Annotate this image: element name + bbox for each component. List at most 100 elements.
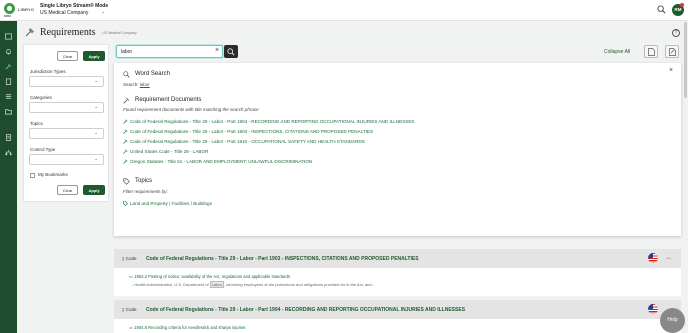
clipboard-icon[interactable] [5, 78, 12, 85]
search-button[interactable] [224, 45, 238, 58]
result-link[interactable]: Code of Federal Regulations - Title 29 -… [130, 139, 365, 144]
code-tag: ▯ Code [122, 256, 137, 261]
requirement-documents-desc: Found requirement documents with title m… [123, 107, 259, 112]
requirement-card: ▯ Code Code of Federal Regulations - Tit… [114, 300, 681, 333]
list-item[interactable]: Code of Federal Regulations - Title 29 -… [123, 139, 365, 144]
chevron-up-icon[interactable]: ︿ [666, 254, 671, 261]
search-snippet: ...Health Administration, U.S. Departmen… [131, 281, 375, 288]
result-link[interactable]: Oregon Statutes - Title 51 - LABOR AND E… [130, 159, 312, 164]
filter-label-jurisdiction: Jurisdiction Types [30, 69, 66, 74]
file-icon [648, 48, 655, 56]
search-icon [227, 47, 235, 56]
word-search-title: Word Search [135, 71, 170, 77]
clear-button[interactable]: Clear [57, 185, 78, 195]
requirement-item-title[interactable]: ▭ 1903.2 Posting of notice; availability… [129, 274, 290, 279]
apply-button[interactable]: Apply [83, 51, 105, 61]
filter-label-control-type: Control Type [30, 147, 56, 152]
page-subtitle: US Medical Company [102, 31, 137, 35]
help-button[interactable]: Help [660, 308, 685, 333]
result-link[interactable]: Code of Federal Regulations - Title 29 -… [130, 129, 373, 134]
chevron-down-icon: ⌄ [94, 104, 98, 109]
bell-icon[interactable] [5, 48, 12, 55]
list-icon[interactable] [5, 93, 12, 100]
code-tag: ▯ Code [122, 307, 137, 312]
topics-desc: Filter requirements by: [123, 189, 168, 194]
apply-button[interactable]: Apply [83, 185, 105, 195]
bookmarks-checkbox[interactable] [30, 173, 35, 178]
logo-sub: ERM [4, 14, 11, 18]
chevron-down-icon: ⌄ [94, 156, 98, 161]
requirement-item-text[interactable]: 1904.8 Recording criteria for needlestic… [134, 325, 245, 330]
search-input[interactable] [121, 48, 211, 56]
page-title: Requirements [40, 27, 96, 38]
card-title[interactable]: Code of Federal Regulations - Title 29 -… [146, 256, 419, 262]
requirement-card: ▯ Code Code of Federal Regulations - Tit… [114, 249, 681, 296]
collapse-all-link[interactable]: Collapse All [604, 49, 630, 55]
card-header[interactable]: ▯ Code Code of Federal Regulations - Tit… [114, 300, 681, 319]
help-icon[interactable]: ? [672, 29, 680, 37]
gavel-icon [123, 159, 128, 164]
list-item[interactable]: Code of Federal Regulations - Title 29 -… [123, 129, 373, 134]
export-pdf-button[interactable] [644, 45, 658, 58]
us-flag-icon [648, 304, 658, 314]
company-selector[interactable]: US Medical Company [40, 10, 88, 16]
document-icon[interactable] [5, 134, 12, 141]
search-term-link[interactable]: labor [140, 82, 150, 87]
gavel-icon[interactable] [5, 63, 12, 70]
gavel-icon [25, 28, 34, 37]
folder-icon[interactable] [5, 108, 12, 115]
search-icon [123, 71, 130, 78]
search-prefix: Search: [123, 82, 139, 87]
control-type-select[interactable]: ⌄ [29, 154, 104, 165]
org-chart-icon[interactable] [5, 149, 12, 156]
search-icon[interactable] [657, 5, 666, 14]
topics-desc-text: Filter requirements by: [123, 189, 168, 194]
categories-select[interactable]: ⌄ [29, 102, 104, 113]
requirement-item-text[interactable]: 1903.2 Posting of notice; availability o… [134, 274, 290, 279]
search-field[interactable] [116, 45, 223, 58]
snippet-after: , informing employees of the protections… [223, 282, 375, 287]
topic-link[interactable]: Land and Property | Facilities / Buildin… [130, 201, 212, 206]
gavel-icon [123, 129, 128, 134]
card-header[interactable]: ▯ Code Code of Federal Regulations - Tit… [114, 249, 681, 268]
logo-text: LIBRYO [18, 7, 35, 12]
requirement-item-title[interactable]: ▭ 1904.8 Recording criteria for needlest… [129, 325, 245, 330]
left-nav [0, 21, 17, 333]
gavel-icon [123, 119, 128, 124]
chevron-down-icon: ⌄ [94, 130, 98, 135]
gavel-icon [123, 139, 128, 144]
notification-badge [680, 3, 684, 7]
us-flag-icon [648, 253, 658, 263]
filter-label-topics: Topics [30, 121, 43, 126]
chevron-down-icon[interactable]: ⌄ [101, 9, 105, 15]
gavel-icon [123, 149, 128, 154]
scrollbar[interactable] [684, 22, 687, 98]
dashboard-icon[interactable] [5, 33, 12, 40]
bookmarks-label[interactable]: My Bookmarks [38, 172, 68, 177]
list-item[interactable]: Code of Federal Regulations - Title 29 -… [123, 119, 414, 124]
result-link[interactable]: Code of Federal Regulations - Title 29 -… [130, 119, 414, 124]
tag-icon [123, 201, 128, 206]
export-button[interactable] [665, 45, 679, 58]
top-bar: ERM LIBRYO Single Libryo Stream® Mode US… [0, 0, 688, 21]
mode-title: Single Libryo Stream® Mode [40, 3, 109, 9]
requirement-documents-desc-text: Found requirement documents with title m… [123, 107, 259, 112]
filter-label-categories: Categories [30, 95, 52, 100]
result-link[interactable]: United States Code - Title 29 - LABOR [130, 149, 208, 154]
gavel-icon [123, 97, 130, 104]
jurisdiction-types-select[interactable]: ⌄ [29, 76, 104, 87]
chevron-down-icon: ⌄ [94, 78, 98, 83]
close-icon[interactable]: × [669, 67, 673, 74]
tag-icon [123, 178, 130, 185]
clear-button[interactable]: Clear [57, 51, 78, 61]
list-item[interactable]: Oregon Statutes - Title 51 - LABOR AND E… [123, 159, 312, 164]
topics-select[interactable]: ⌄ [29, 128, 104, 139]
search-results-dropdown: × Word Search Search: labor Requirement … [114, 63, 681, 236]
card-title[interactable]: Code of Federal Regulations - Title 29 -… [146, 307, 465, 313]
code-label: Code [125, 256, 137, 261]
list-item[interactable]: United States Code - Title 29 - LABOR [123, 149, 208, 154]
code-label: Code [125, 307, 137, 312]
libryo-logo[interactable] [4, 3, 15, 14]
clear-search-icon[interactable]: × [215, 47, 219, 54]
topic-item[interactable]: Land and Property | Facilities / Buildin… [123, 201, 212, 206]
